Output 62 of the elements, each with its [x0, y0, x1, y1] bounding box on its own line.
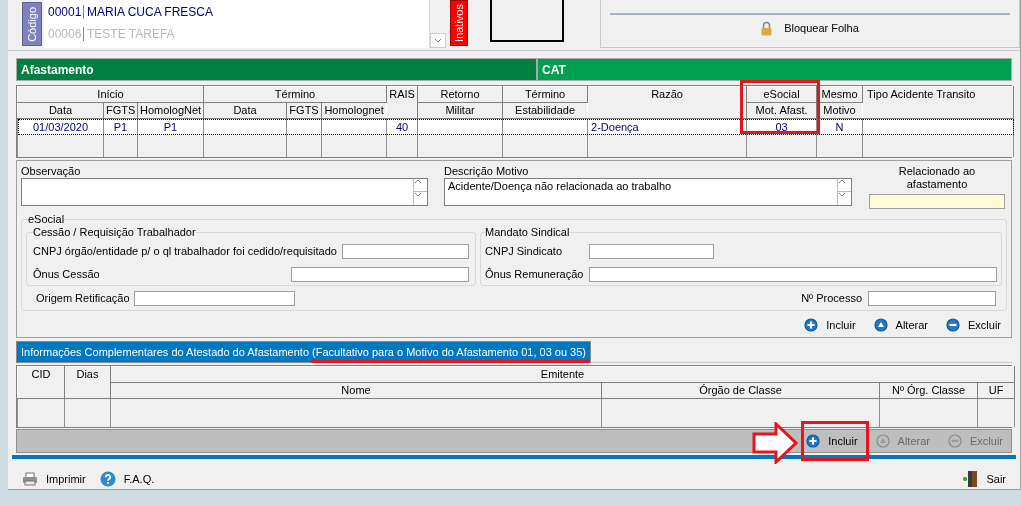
column-header: RAIS	[386, 86, 418, 119]
field-label: Ônus Cessão	[33, 267, 100, 283]
field-label: Ônus Remuneração	[485, 267, 585, 283]
column-header: Dias	[64, 366, 111, 399]
field-label: Relacionado ao afastamento	[897, 164, 977, 191]
column-header: Tipo Acidente Transito	[862, 86, 1014, 119]
field-label: Nº Processo	[801, 291, 862, 307]
input-field[interactable]	[291, 267, 469, 283]
highlight-box	[801, 420, 869, 461]
table-cell: 40	[395, 121, 409, 134]
column-header: Término	[203, 86, 387, 103]
arrow-icon	[752, 421, 798, 464]
field-label: CNPJ Sindicato	[485, 243, 564, 259]
table-cell: 2-Doença	[591, 121, 639, 134]
field-label: CNPJ órgão/entidade p/ o ql trabalhador foi cedido/requisitado	[33, 243, 337, 259]
field-label: Descrição Motivo	[444, 164, 530, 178]
table-cell: P1	[113, 121, 128, 134]
input-field[interactable]	[342, 243, 469, 259]
input-field[interactable]	[133, 291, 295, 307]
field-label: Observação	[21, 164, 82, 178]
table-cell: 03	[775, 121, 788, 134]
list-item[interactable]: 00001 MARIA CUCA FRESCA	[44, 5, 429, 19]
field-label: Origem Retificação	[36, 291, 130, 307]
scroll-up-arrow[interactable]	[838, 178, 851, 193]
text-area[interactable]	[21, 177, 428, 206]
door-icon	[962, 470, 979, 489]
group-title: Cessão / Requisição Trabalhador	[33, 226, 196, 239]
footer-button[interactable]: Imprimir	[22, 470, 86, 488]
add-button[interactable]: Incluir	[802, 432, 862, 450]
tab[interactable]: Afastamento	[16, 58, 537, 82]
table-cell: N	[835, 121, 844, 134]
minus-icon	[948, 433, 962, 448]
lock-label[interactable]: Bloquear Folha	[784, 20, 859, 37]
minus-icon	[946, 318, 960, 333]
column-header: Emitente	[110, 366, 1015, 383]
question-icon	[99, 471, 116, 488]
group-title: eSocial	[28, 212, 65, 225]
plus-icon	[806, 433, 821, 448]
group-title: Mandato Sindical	[485, 226, 570, 239]
lock-icon	[761, 20, 773, 36]
column-header: CID	[17, 366, 65, 399]
column-header: Início	[17, 86, 204, 103]
printer-icon	[22, 472, 38, 487]
footer-button[interactable]: F.A.Q.	[99, 470, 155, 488]
plus-icon	[804, 318, 819, 333]
delete-button[interactable]: Excluir	[942, 316, 1005, 334]
column-header: Retorno	[417, 86, 503, 103]
tab[interactable]: Informações Complementares do Atestado do Afastamento (Facultativo para o Motivo do Afastamento 01, 03 ou 35)	[16, 341, 591, 363]
column-header: Razão	[587, 86, 747, 119]
input-field[interactable]	[868, 291, 996, 307]
input-field[interactable]	[589, 243, 714, 259]
table-cell: 01/03/2020	[32, 121, 89, 134]
input-field[interactable]	[869, 193, 1005, 209]
text-area[interactable]: Acidente/Doença não relacionada ao trabalho	[444, 177, 852, 206]
column-header: Término	[502, 86, 588, 103]
scroll-up-arrow[interactable]	[414, 178, 427, 193]
table-cell: P1	[163, 121, 178, 134]
edit-button[interactable]: Alterar	[869, 316, 932, 334]
input-field[interactable]	[589, 267, 997, 283]
exit-button[interactable]: Sair	[962, 470, 1006, 489]
add-button[interactable]: Incluir	[800, 316, 860, 334]
code-tab[interactable]: Código	[22, 2, 42, 46]
